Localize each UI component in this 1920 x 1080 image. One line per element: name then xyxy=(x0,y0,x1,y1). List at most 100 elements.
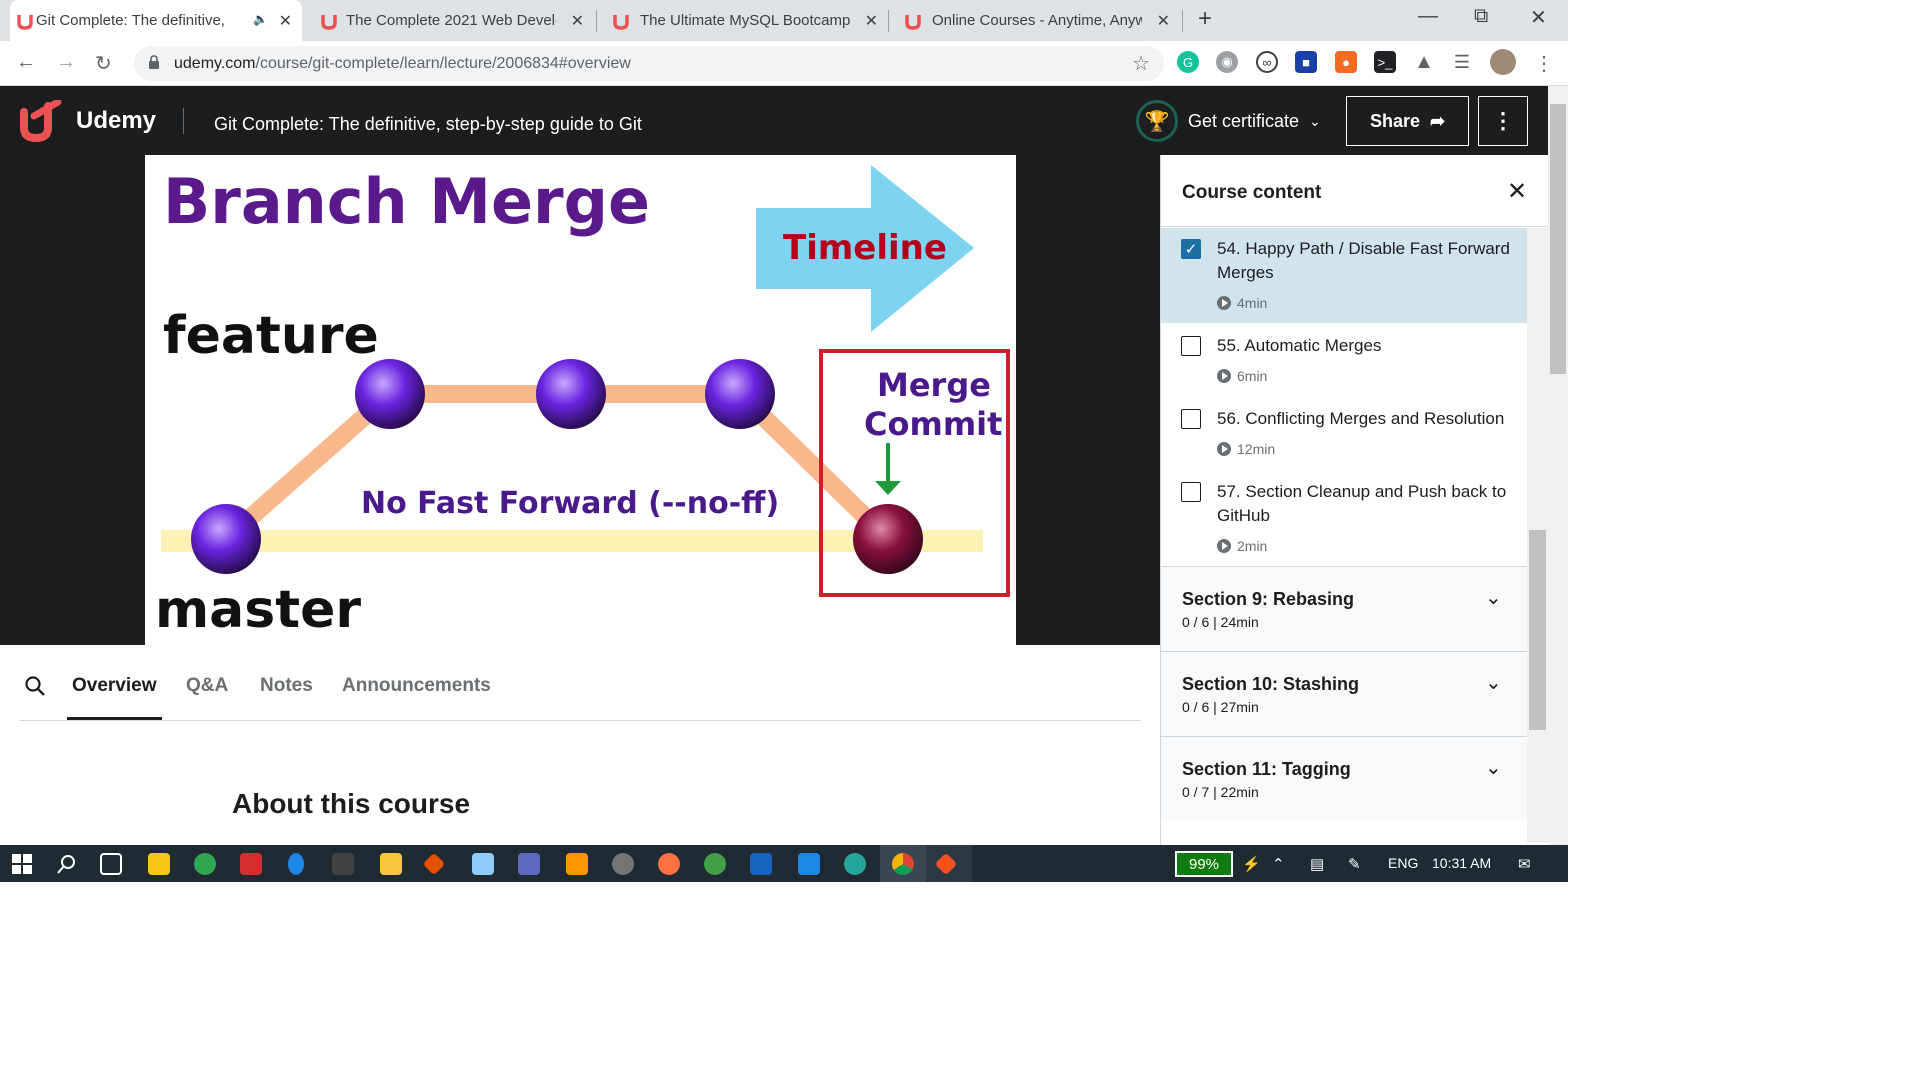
lecture-item[interactable]: ✓ 54. Happy Path / Disable Fast Forward … xyxy=(1161,228,1527,323)
share-arrow-icon: ➦ xyxy=(1429,110,1446,131)
lecture-item[interactable]: 55. Automatic Merges 6min xyxy=(1161,323,1527,396)
lecture-duration: 4min xyxy=(1217,295,1267,311)
share-button[interactable]: Share ➦ xyxy=(1346,96,1469,146)
clock[interactable]: 10:31 AM xyxy=(1432,855,1491,871)
language-indicator[interactable]: ENG xyxy=(1388,855,1418,871)
new-tab-button[interactable]: + xyxy=(1198,5,1212,33)
vscode-icon[interactable] xyxy=(798,853,820,875)
commit-node xyxy=(355,359,425,429)
back-arrow-icon[interactable]: ← xyxy=(16,51,36,74)
lecture-duration: 2min xyxy=(1217,538,1267,554)
notifications-icon[interactable]: ✉ xyxy=(1518,855,1531,873)
close-tab-icon[interactable]: ✕ xyxy=(279,11,292,31)
grammarly-extension-icon[interactable]: G xyxy=(1177,51,1199,73)
bluetooth-icon[interactable] xyxy=(288,853,304,875)
checkbox-checked[interactable]: ✓ xyxy=(1181,239,1201,259)
search-icon[interactable] xyxy=(56,853,78,875)
tab-notes[interactable]: Notes xyxy=(260,675,313,697)
browser-tab[interactable]: Online Courses - Anytime, Anywh ✕ xyxy=(888,0,1180,41)
section-header[interactable]: Section 10: Stashing 0 / 6 | 27min ⌄ xyxy=(1161,651,1527,736)
section-title: Section 9: Rebasing xyxy=(1182,589,1355,609)
bookmark-star-icon[interactable]: ☆ xyxy=(1132,51,1150,76)
paint-icon[interactable] xyxy=(472,853,494,875)
python-icon[interactable] xyxy=(750,853,772,875)
globe-extension-icon[interactable]: ◉ xyxy=(1216,51,1238,73)
chrome-icon[interactable] xyxy=(892,853,914,875)
course-title[interactable]: Git Complete: The definitive, step-by-st… xyxy=(214,114,642,135)
udemy-favicon xyxy=(905,15,921,30)
tab-overview[interactable]: Overview xyxy=(72,675,157,697)
close-sidebar-icon[interactable]: ✕ xyxy=(1507,177,1527,206)
url-host: udemy.com xyxy=(174,55,256,72)
file-explorer-icon[interactable] xyxy=(380,853,402,875)
section-header[interactable]: Section 11: Tagging 0 / 7 | 22min ⌄ xyxy=(1161,736,1527,821)
section-header[interactable]: Section 9: Rebasing 0 / 6 | 24min ⌄ xyxy=(1161,566,1527,651)
tab-announcements[interactable]: Announcements xyxy=(342,675,491,697)
eclipse-icon[interactable] xyxy=(612,853,634,875)
restore-button[interactable]: ⧉ xyxy=(1474,5,1488,28)
close-tab-icon[interactable]: ✕ xyxy=(865,11,878,31)
play-circle-icon xyxy=(1217,539,1231,553)
lecture-item[interactable]: 57. Section Cleanup and Push back to Git… xyxy=(1161,469,1527,566)
profile-avatar[interactable] xyxy=(1490,49,1516,75)
udemy-logo-mark-icon xyxy=(20,100,62,142)
search-icon[interactable] xyxy=(24,675,46,697)
browser-tab-active[interactable]: Git Complete: The definitive, 🔈 ✕ xyxy=(10,0,302,41)
terminal-extension-icon[interactable]: >_ xyxy=(1374,51,1396,73)
browser-tab[interactable]: The Ultimate MySQL Bootcamp: G ✕ xyxy=(596,0,888,41)
reload-icon[interactable]: ↻ xyxy=(95,51,112,76)
puzzle-extensions-icon[interactable]: ▲ xyxy=(1413,51,1435,73)
checkbox[interactable] xyxy=(1181,336,1201,356)
lecture-item[interactable]: 56. Conflicting Merges and Resolution 12… xyxy=(1161,396,1527,469)
master-label: master xyxy=(155,580,361,640)
sublime-text-icon[interactable] xyxy=(566,853,588,875)
pen-icon[interactable]: ✎ xyxy=(1348,855,1361,873)
play-circle-icon xyxy=(1217,296,1231,310)
chatgpt-icon[interactable] xyxy=(704,853,726,875)
task-view-icon[interactable] xyxy=(100,853,122,875)
app-icon[interactable] xyxy=(518,853,540,875)
battery-indicator[interactable]: 99% xyxy=(1175,851,1233,877)
udemy-favicon xyxy=(17,15,33,30)
forward-arrow-icon[interactable]: → xyxy=(56,51,76,74)
sidebar-header: Course content ✕ xyxy=(1161,155,1548,227)
sidebar-scrollbar-thumb[interactable] xyxy=(1529,530,1546,730)
section-summary: 0 / 6 | 24min xyxy=(1182,614,1259,630)
edge-icon[interactable] xyxy=(844,853,866,875)
tray-chevron-up-icon[interactable]: ⌃ xyxy=(1272,855,1285,873)
udemy-logo[interactable]: Udemy xyxy=(18,100,156,142)
header-divider xyxy=(183,108,184,134)
sticky-notes-icon[interactable] xyxy=(148,853,170,875)
tab-qa[interactable]: Q&A xyxy=(186,675,228,697)
url-path: /course/git-complete/learn/lecture/20068… xyxy=(255,55,631,72)
speaker-icon[interactable]: 🔈 xyxy=(253,12,268,26)
browser-tab[interactable]: The Complete 2021 Web Develop ✕ xyxy=(300,0,594,41)
browser-menu-icon[interactable]: ⋮ xyxy=(1534,51,1554,76)
mail-icon[interactable] xyxy=(240,853,262,875)
checkbox[interactable] xyxy=(1181,409,1201,429)
telegram-icon[interactable] xyxy=(194,853,216,875)
code-extension-icon[interactable]: ∞ xyxy=(1256,51,1278,73)
media-control-icon[interactable]: ☰ xyxy=(1451,51,1473,73)
more-options-button[interactable]: ⋮ xyxy=(1478,96,1528,146)
screen-extension-icon[interactable]: ■ xyxy=(1295,51,1317,73)
checkbox[interactable] xyxy=(1181,482,1201,502)
windows-start-icon[interactable] xyxy=(12,854,32,874)
matlab-icon[interactable] xyxy=(422,852,446,876)
firefox-icon[interactable] xyxy=(658,853,680,875)
orange-extension-icon[interactable]: ● xyxy=(1335,51,1357,73)
page-scrollbar-thumb[interactable] xyxy=(1550,104,1566,374)
video-player[interactable]: Branch Merge Timeline feature master Mer… xyxy=(0,155,1160,645)
close-window-button[interactable]: ✕ xyxy=(1530,5,1547,30)
close-tab-icon[interactable]: ✕ xyxy=(571,11,584,31)
lecture-duration: 12min xyxy=(1217,441,1275,457)
network-icon[interactable]: ▤ xyxy=(1310,855,1324,873)
get-certificate-button[interactable]: 🏆 Get certificate ⌄ xyxy=(1136,100,1321,142)
address-bar[interactable]: udemy.com/course/git-complete/learn/lect… xyxy=(134,46,1164,81)
close-tab-icon[interactable]: ✕ xyxy=(1157,11,1170,31)
course-content-sidebar: Course content ✕ ✓ 54. Happy Path / Disa… xyxy=(1160,155,1548,845)
terminal-icon[interactable] xyxy=(332,853,354,875)
minimize-button[interactable]: — xyxy=(1418,5,1438,28)
commit-node xyxy=(191,504,261,574)
power-plug-icon[interactable]: ⚡ xyxy=(1242,855,1261,873)
